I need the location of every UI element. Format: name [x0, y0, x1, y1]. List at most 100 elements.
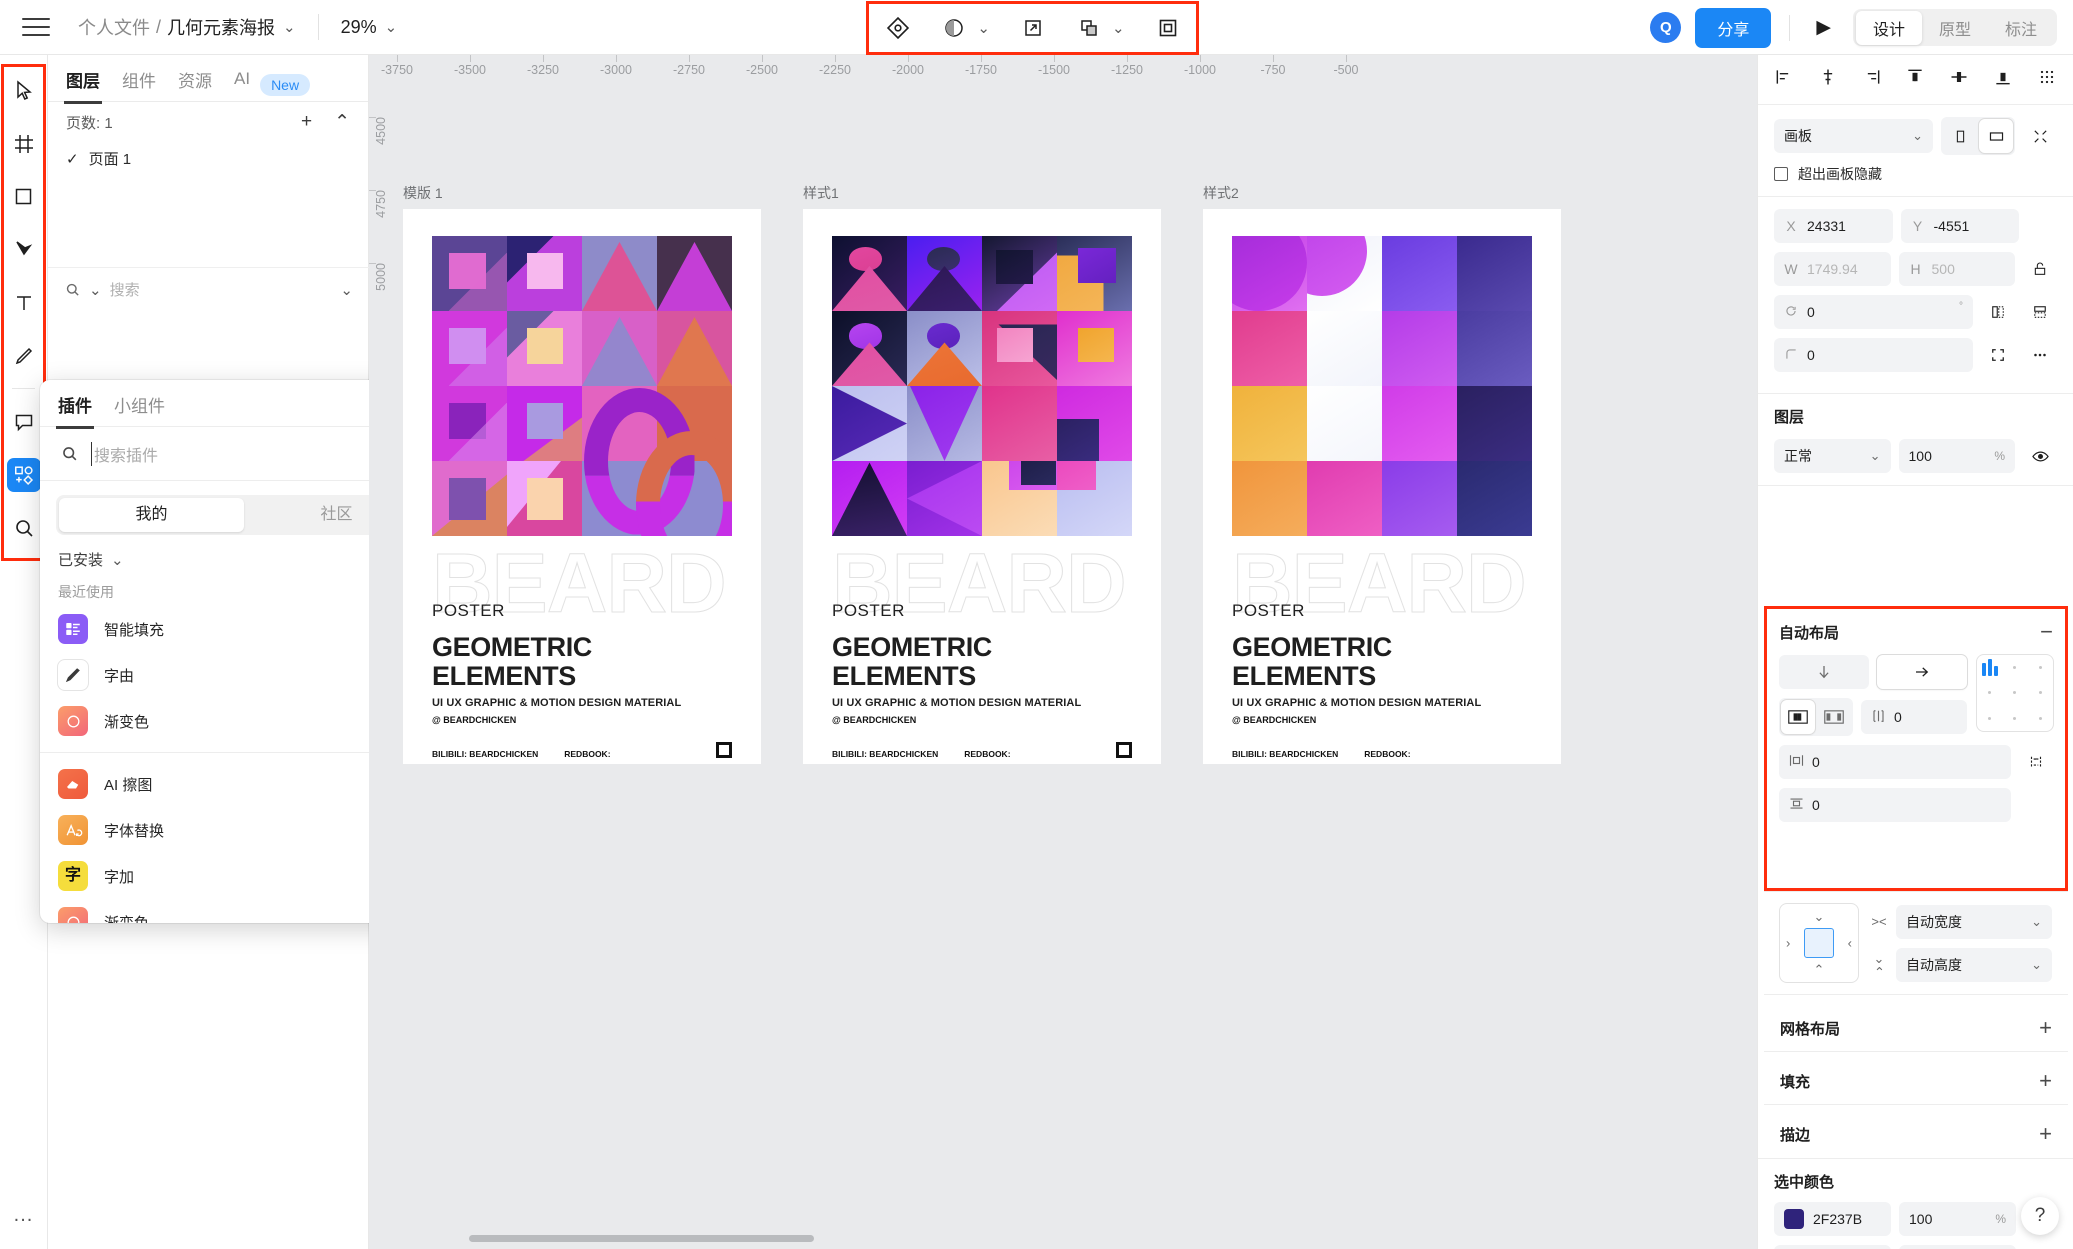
- align-dot[interactable]: [2013, 666, 2017, 670]
- direction-horizontal-button[interactable]: [1877, 655, 1967, 689]
- breadcrumb-root[interactable]: 个人文件: [78, 14, 150, 40]
- boolean-icon[interactable]: ⌄: [1075, 13, 1127, 43]
- help-button[interactable]: ?: [2021, 1197, 2059, 1235]
- artboard-canvas[interactable]: BEARD POSTER GEOMETRIC ELEMENTS UI UX GR…: [1203, 209, 1561, 764]
- align-center-h-icon[interactable]: [1818, 67, 1838, 92]
- artboard-canvas[interactable]: BEARD POSTER GEOMETRIC ELEMENTS UI UX GR…: [403, 209, 761, 764]
- object-type-select[interactable]: 画板 ⌄: [1774, 119, 1933, 153]
- eye-icon[interactable]: [2023, 439, 2057, 473]
- plugin-search-input[interactable]: 搜索插件: [91, 441, 158, 466]
- horizontal-scrollbar[interactable]: [469, 1235, 814, 1242]
- add-page-button[interactable]: +: [301, 111, 312, 133]
- text-tool[interactable]: [0, 276, 47, 329]
- rotation-field[interactable]: 0 °: [1774, 295, 1973, 329]
- more-tools-icon[interactable]: ...: [0, 1204, 47, 1227]
- mask-icon[interactable]: ⌄: [940, 13, 992, 43]
- component-icon[interactable]: [883, 12, 913, 44]
- export-icon[interactable]: [1019, 13, 1047, 43]
- tab-layers[interactable]: 图层: [64, 67, 102, 104]
- artboard-label[interactable]: 模版 1: [403, 183, 761, 203]
- selection-color-opacity-field[interactable]: 100 %: [1899, 1245, 2016, 1249]
- align-top-icon[interactable]: [1905, 67, 1925, 92]
- hamburger-icon[interactable]: [22, 18, 50, 36]
- selection-color-hex-field[interactable]: 7C66B6: [1774, 1245, 1891, 1249]
- add-grid-layout-button[interactable]: +: [2039, 1017, 2052, 1039]
- collapse-pages-icon[interactable]: ⌃: [334, 111, 350, 134]
- more-icon[interactable]: [2023, 338, 2057, 372]
- width-field[interactable]: W 1749.94: [1774, 252, 1891, 286]
- chevron-down-icon[interactable]: ⌄: [1814, 909, 1825, 925]
- blend-mode-select[interactable]: 正常 ⌄: [1774, 439, 1891, 473]
- tab-plugins[interactable]: 插件: [56, 392, 94, 429]
- avatar[interactable]: Q: [1650, 12, 1682, 43]
- zoom-control[interactable]: 29% ⌄: [341, 17, 398, 38]
- align-dot[interactable]: [2038, 691, 2042, 695]
- chevron-down-icon[interactable]: ⌄: [283, 18, 296, 36]
- align-left-icon[interactable]: [1774, 67, 1794, 92]
- collapse-autolayout-button[interactable]: −: [2040, 621, 2053, 643]
- space-between-icon[interactable]: [1817, 700, 1851, 734]
- tab-design[interactable]: 设计: [1855, 10, 1922, 45]
- tab-assets[interactable]: 资源: [178, 67, 212, 104]
- y-field[interactable]: Y -4551: [1900, 209, 2019, 243]
- color-swatch[interactable]: [1784, 1209, 1804, 1229]
- selection-color-opacity-field[interactable]: 100 %: [1899, 1202, 2016, 1236]
- padding-vertical-field[interactable]: 0: [1779, 788, 2011, 822]
- flip-horizontal-icon[interactable]: [1981, 295, 2015, 329]
- tab-components[interactable]: 组件: [122, 67, 156, 104]
- pen-tool[interactable]: [0, 223, 47, 276]
- align-dot[interactable]: [1988, 691, 1992, 695]
- tab-annotate[interactable]: 标注: [1988, 11, 2054, 45]
- share-button[interactable]: 分享: [1695, 7, 1772, 48]
- alignment-grid[interactable]: [1977, 655, 2053, 731]
- flip-vertical-icon[interactable]: [2023, 295, 2057, 329]
- align-bottom-icon[interactable]: [1993, 67, 2013, 92]
- portrait-icon[interactable]: [1943, 119, 1977, 153]
- vertical-ruler[interactable]: 4500 4750 5000: [369, 55, 395, 1249]
- selection-color-hex-field[interactable]: 2F237B: [1774, 1202, 1891, 1236]
- add-fill-button[interactable]: +: [2039, 1070, 2052, 1092]
- move-tool[interactable]: [0, 64, 47, 117]
- height-mode-select[interactable]: 自动高度 ⌄: [1896, 947, 2052, 982]
- frame-tool[interactable]: [0, 117, 47, 170]
- rectangle-tool[interactable]: [0, 170, 47, 223]
- corner-independent-icon[interactable]: [1981, 338, 2015, 372]
- align-dot[interactable]: [1988, 716, 1992, 720]
- artboard-1[interactable]: 模版 1 BEARD POSTER GEOMETRIC ELEMENTS UI …: [403, 183, 761, 764]
- canvas-area[interactable]: -3750 -3500 -3250 -3000 -2750 -2500 -225…: [369, 55, 1757, 1249]
- corner-radius-field[interactable]: 0: [1774, 338, 1973, 372]
- unlock-icon[interactable]: [2023, 252, 2057, 286]
- align-dot[interactable]: [2013, 716, 2017, 720]
- chevron-right-icon[interactable]: ›: [1786, 936, 1790, 951]
- tab-prototype[interactable]: 原型: [1922, 11, 1988, 45]
- horizontal-ruler[interactable]: -3750 -3500 -3250 -3000 -2750 -2500 -225…: [369, 55, 1757, 83]
- gap-field[interactable]: 0: [1861, 700, 1967, 734]
- padding-detail-icon[interactable]: [2019, 745, 2053, 779]
- align-dot[interactable]: [2013, 691, 2017, 695]
- width-mode-select[interactable]: 自动宽度 ⌄: [1896, 904, 2052, 939]
- segment-mine[interactable]: 我的: [59, 498, 244, 532]
- align-center-v-icon[interactable]: [1949, 67, 1969, 92]
- clip-content-checkbox[interactable]: 超出画板隐藏: [1774, 164, 2057, 184]
- align-dot[interactable]: [2038, 666, 2042, 670]
- layer-search-row[interactable]: ⌄ 搜索 ⌄: [48, 267, 369, 311]
- height-field[interactable]: H 500: [1898, 252, 2015, 286]
- fit-icon[interactable]: [2023, 119, 2057, 153]
- distribute-icon[interactable]: [2037, 67, 2057, 92]
- align-dot[interactable]: [2038, 716, 2042, 720]
- tab-ai[interactable]: AI: [234, 69, 250, 101]
- artboard-2[interactable]: 样式1 BEARD POSTER GEOMETRIC ELEMENTS UI U…: [803, 183, 1161, 764]
- tab-widgets[interactable]: 小组件: [114, 392, 165, 429]
- preview-play-icon[interactable]: ▶: [1808, 16, 1839, 39]
- x-field[interactable]: X 24331: [1774, 209, 1893, 243]
- pencil-tool[interactable]: [0, 329, 47, 382]
- list-item[interactable]: ✓ 页面 1: [48, 142, 368, 175]
- chevron-down-icon[interactable]: ⌄: [89, 281, 102, 299]
- constraints-box[interactable]: ⌄ ⌃ › ‹: [1780, 904, 1858, 982]
- packed-icon[interactable]: [1781, 700, 1815, 734]
- artboard-label[interactable]: 样式2: [1203, 183, 1561, 203]
- opacity-field[interactable]: 100 %: [1898, 439, 2015, 473]
- breadcrumb-current[interactable]: 几何元素海报: [167, 14, 275, 40]
- search-input[interactable]: 搜索: [110, 279, 333, 300]
- chevron-up-icon[interactable]: ⌃: [1814, 962, 1825, 978]
